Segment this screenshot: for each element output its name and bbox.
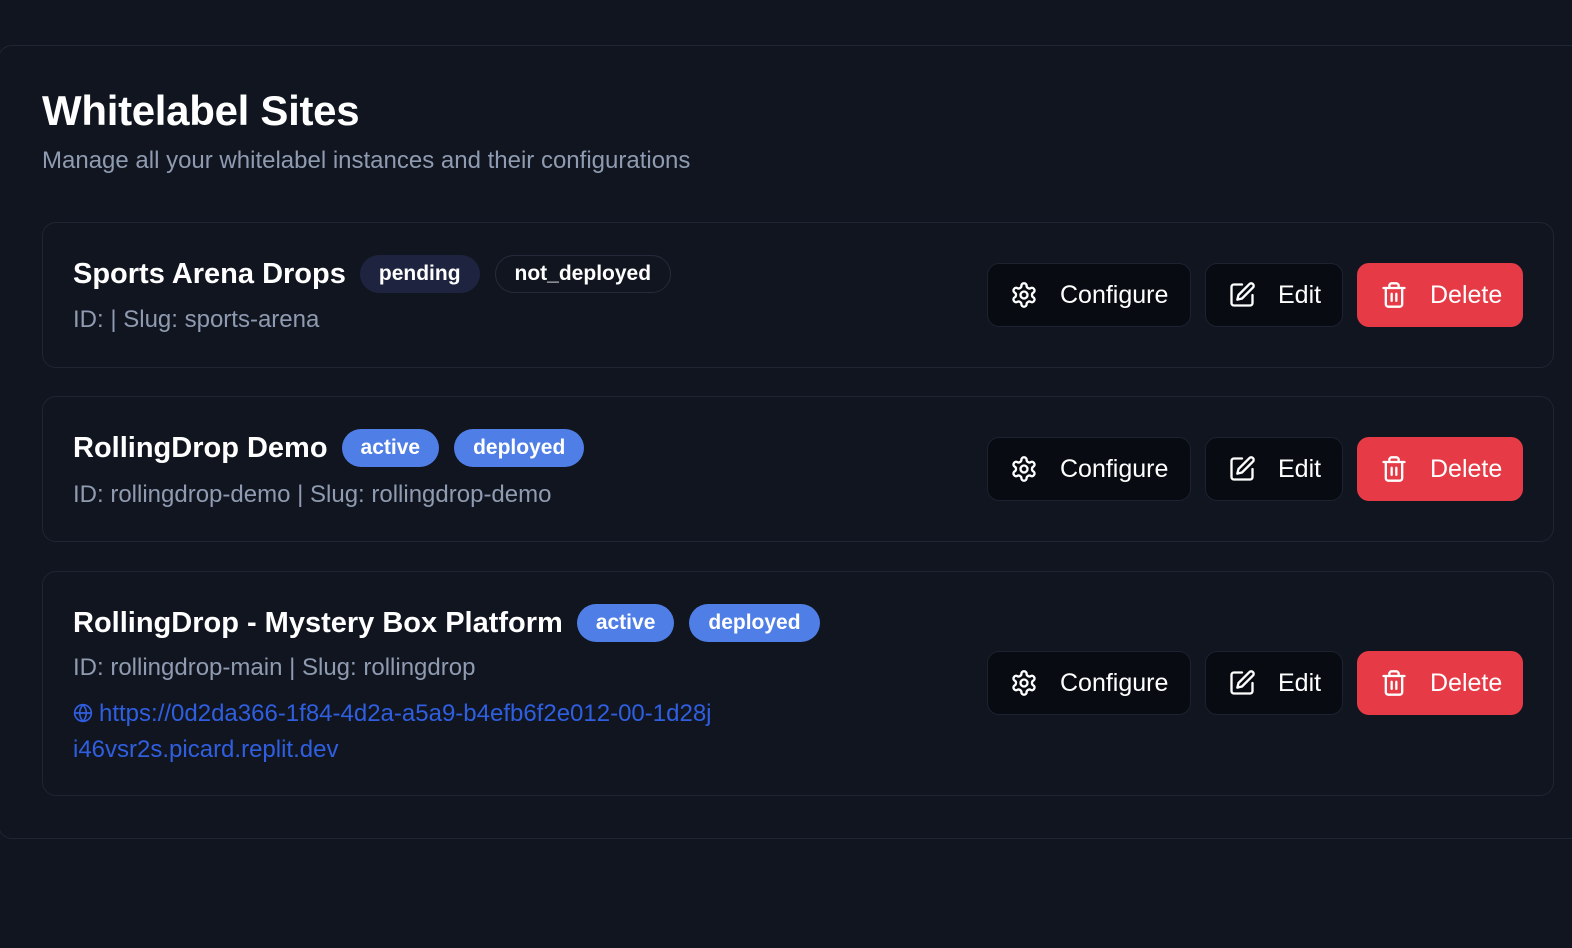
edit-button[interactable]: Edit — [1205, 263, 1343, 327]
edit-icon — [1228, 669, 1256, 697]
configure-button[interactable]: Configure — [987, 263, 1191, 327]
site-id-slug: ID: | Slug: sports-arena — [73, 306, 320, 333]
site-actions: Configure Edit Delete — [987, 263, 1523, 327]
delete-label: Delete — [1430, 280, 1503, 309]
delete-button[interactable]: Delete — [1357, 651, 1523, 715]
edit-label: Edit — [1278, 668, 1322, 697]
site-header: RollingDrop - Mystery Box Platform activ… — [73, 604, 835, 642]
status-badge: active — [576, 604, 675, 642]
site-actions: Configure Edit Delete — [987, 437, 1523, 501]
site-card-sports-arena: Sports Arena Drops pending not_deployed … — [42, 222, 1554, 368]
site-url-text: https://0d2da366-1f84-4d2a-a5a9-b4efb6f2… — [73, 700, 712, 763]
trash-icon — [1380, 455, 1408, 483]
trash-icon — [1380, 669, 1408, 697]
site-url-link[interactable]: https://0d2da366-1f84-4d2a-a5a9-b4efb6f2… — [73, 696, 713, 768]
site-id-slug: ID: rollingdrop-main | Slug: rollingdrop — [73, 654, 476, 681]
configure-button[interactable]: Configure — [987, 651, 1191, 715]
edit-icon — [1228, 281, 1256, 309]
site-name: Sports Arena Drops — [73, 258, 346, 290]
configure-button[interactable]: Configure — [987, 437, 1191, 501]
deployment-badge: deployed — [689, 604, 820, 642]
page-title: Whitelabel Sites — [42, 87, 360, 134]
site-actions: Configure Edit Delete — [987, 651, 1523, 715]
site-card-rollingdrop-main: RollingDrop - Mystery Box Platform activ… — [42, 571, 1554, 796]
page-subtitle: Manage all your whitelabel instances and… — [42, 147, 691, 174]
delete-label: Delete — [1430, 454, 1503, 483]
delete-label: Delete — [1430, 668, 1503, 697]
site-card-rollingdrop-demo: RollingDrop Demo active deployed ID: rol… — [42, 396, 1554, 542]
trash-icon — [1380, 281, 1408, 309]
site-header: RollingDrop Demo active deployed — [73, 429, 599, 467]
configure-label: Configure — [1060, 280, 1169, 309]
deployment-badge: deployed — [454, 429, 585, 467]
edit-button[interactable]: Edit — [1205, 437, 1343, 501]
gear-icon — [1010, 455, 1038, 483]
edit-label: Edit — [1278, 280, 1322, 309]
gear-icon — [1010, 669, 1038, 697]
status-badge: active — [341, 429, 440, 467]
deployment-badge: not_deployed — [494, 255, 672, 293]
configure-label: Configure — [1060, 454, 1169, 483]
edit-icon — [1228, 455, 1256, 483]
configure-label: Configure — [1060, 668, 1169, 697]
delete-button[interactable]: Delete — [1357, 263, 1523, 327]
delete-button[interactable]: Delete — [1357, 437, 1523, 501]
status-badge: pending — [359, 255, 480, 293]
site-name: RollingDrop - Mystery Box Platform — [73, 607, 563, 639]
gear-icon — [1010, 281, 1038, 309]
edit-button[interactable]: Edit — [1205, 651, 1343, 715]
globe-icon — [73, 698, 93, 723]
site-name: RollingDrop Demo — [73, 432, 328, 464]
site-id-slug: ID: rollingdrop-demo | Slug: rollingdrop… — [73, 481, 552, 508]
edit-label: Edit — [1278, 454, 1322, 483]
site-header: Sports Arena Drops pending not_deployed — [73, 255, 686, 293]
